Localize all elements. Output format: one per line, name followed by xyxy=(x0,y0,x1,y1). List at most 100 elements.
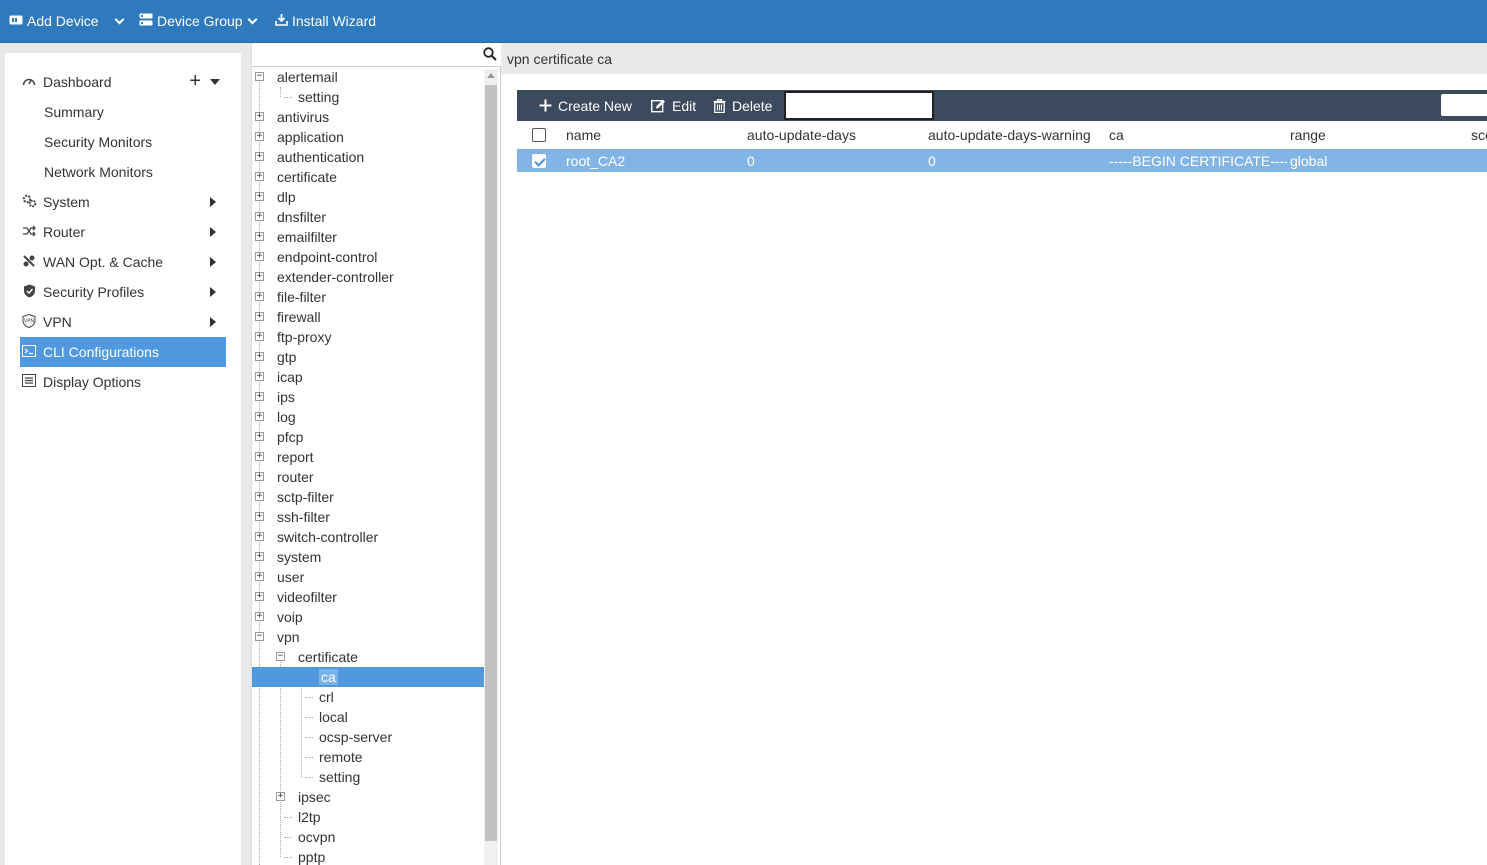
add-device-dropdown[interactable] xyxy=(110,0,125,42)
nav-security-profiles[interactable]: Security Profiles xyxy=(20,277,226,307)
tree-item[interactable]: dlp xyxy=(274,187,296,207)
expand-icon[interactable]: + xyxy=(255,192,264,201)
row-checkbox[interactable] xyxy=(532,153,546,168)
tree-item[interactable]: endpoint-control xyxy=(274,247,377,267)
tree-item[interactable]: gtp xyxy=(274,347,296,367)
tree-item[interactable]: user xyxy=(274,567,304,587)
expand-icon[interactable]: + xyxy=(255,392,264,401)
collapse-icon[interactable]: − xyxy=(255,632,264,641)
tree-item[interactable]: vpn xyxy=(274,627,300,647)
column-header-auto-update-days[interactable]: auto-update-days xyxy=(747,121,856,149)
expand-icon[interactable]: + xyxy=(255,332,264,341)
tree-item[interactable]: authentication xyxy=(274,147,364,167)
expand-icon[interactable]: + xyxy=(255,292,264,301)
expand-icon[interactable]: + xyxy=(255,432,264,441)
nav-system[interactable]: System xyxy=(20,187,226,217)
column-header-sce[interactable]: sce xyxy=(1471,121,1487,149)
tree-item[interactable]: local xyxy=(316,707,348,727)
tree-item[interactable]: firewall xyxy=(274,307,321,327)
nav-vpn[interactable]: VPN VPN xyxy=(20,307,226,337)
tree-item[interactable]: certificate xyxy=(274,167,337,187)
tree-item[interactable]: certificate xyxy=(295,647,358,667)
tree-item[interactable]: report xyxy=(274,447,314,467)
tree-item[interactable]: voip xyxy=(274,607,303,627)
table-row[interactable]: root_CA2 0 0 -----BEGIN CERTIFICATE---- … xyxy=(517,149,1487,172)
expand-icon[interactable]: + xyxy=(255,152,264,161)
tree-item[interactable]: dnsfilter xyxy=(274,207,326,227)
expand-icon[interactable]: + xyxy=(255,512,264,521)
expand-icon[interactable]: + xyxy=(276,792,285,801)
expand-icon[interactable]: + xyxy=(255,492,264,501)
expand-icon[interactable]: + xyxy=(255,252,264,261)
select-all-checkbox[interactable] xyxy=(532,128,546,142)
collapse-icon[interactable]: − xyxy=(276,652,285,661)
tree-item[interactable]: log xyxy=(274,407,296,427)
expand-icon[interactable]: + xyxy=(255,612,264,621)
expand-icon[interactable]: + xyxy=(255,312,264,321)
tree-item[interactable]: ocvpn xyxy=(295,827,335,847)
tree-item[interactable]: ssh-filter xyxy=(274,507,330,527)
add-dashboard-icon[interactable]: + xyxy=(189,71,201,91)
tree-item[interactable]: setting xyxy=(295,87,339,107)
expand-icon[interactable]: + xyxy=(255,112,264,121)
tree-item[interactable]: l2tp xyxy=(295,807,321,827)
nav-security-monitors[interactable]: Security Monitors xyxy=(20,127,226,157)
tree-item[interactable]: ftp-proxy xyxy=(274,327,331,347)
tree-item[interactable]: videofilter xyxy=(274,587,337,607)
expand-icon[interactable]: + xyxy=(255,172,264,181)
edit-button[interactable]: Edit xyxy=(651,90,696,121)
tree-item[interactable]: sctp-filter xyxy=(274,487,334,507)
expand-icon[interactable]: + xyxy=(255,232,264,241)
column-header-range[interactable]: range xyxy=(1290,121,1326,149)
add-device-button[interactable]: Add Device xyxy=(9,0,99,42)
nav-network-monitors[interactable]: Network Monitors xyxy=(20,157,226,187)
nav-display-options[interactable]: Display Options xyxy=(20,367,226,397)
expand-icon[interactable]: + xyxy=(255,552,264,561)
tree-item[interactable]: alertemail xyxy=(274,67,338,87)
grid-search-input[interactable] xyxy=(1441,94,1487,116)
tree-item[interactable]: file-filter xyxy=(274,287,326,307)
expand-icon[interactable]: + xyxy=(255,532,264,541)
tree-item[interactable]: ips xyxy=(274,387,295,407)
nav-cli-configurations[interactable]: CLI Configurations xyxy=(20,337,226,367)
tree-item[interactable]: emailfilter xyxy=(274,227,337,247)
column-header-ca[interactable]: ca xyxy=(1109,121,1124,149)
delete-button[interactable]: Delete xyxy=(713,90,772,121)
grid-filter-input[interactable] xyxy=(784,91,934,120)
tree-search-input[interactable] xyxy=(254,44,479,65)
create-new-button[interactable]: Create New xyxy=(539,90,632,121)
expand-icon[interactable]: + xyxy=(255,472,264,481)
device-group-button[interactable]: Device Group xyxy=(139,0,258,42)
expand-icon[interactable]: + xyxy=(255,412,264,421)
expand-icon[interactable]: + xyxy=(255,592,264,601)
tree-scrollbar[interactable] xyxy=(484,69,498,865)
tree-item[interactable]: ocsp-server xyxy=(316,727,392,747)
scroll-up-icon[interactable] xyxy=(487,73,495,78)
expand-icon[interactable]: + xyxy=(255,372,264,381)
expand-icon[interactable]: + xyxy=(255,572,264,581)
tree-item[interactable]: crl xyxy=(316,687,334,707)
search-icon[interactable] xyxy=(483,47,497,64)
tree-item[interactable]: extender-controller xyxy=(274,267,394,287)
tree-item[interactable]: switch-controller xyxy=(274,527,378,547)
expand-icon[interactable]: + xyxy=(255,272,264,281)
tree-item[interactable]: setting xyxy=(316,767,360,787)
tree-item[interactable]: remote xyxy=(316,747,363,767)
install-wizard-button[interactable]: Install Wizard xyxy=(275,0,376,42)
column-header-auto-update-days-warning[interactable]: auto-update-days-warning xyxy=(928,121,1091,149)
scroll-thumb[interactable] xyxy=(485,85,497,841)
tree-item[interactable]: antivirus xyxy=(274,107,329,127)
nav-dashboard[interactable]: Dashboard + xyxy=(20,67,226,97)
tree-item[interactable]: application xyxy=(274,127,344,147)
column-header-name[interactable]: name xyxy=(566,121,601,149)
tree-item[interactable]: icap xyxy=(274,367,303,387)
nav-router[interactable]: Router xyxy=(20,217,226,247)
expand-icon[interactable]: + xyxy=(255,132,264,141)
expand-icon[interactable]: + xyxy=(255,452,264,461)
caret-down-icon[interactable] xyxy=(210,79,220,85)
expand-icon[interactable]: + xyxy=(255,352,264,361)
expand-icon[interactable]: + xyxy=(255,212,264,221)
tree-item[interactable]: router xyxy=(274,467,314,487)
collapse-icon[interactable]: − xyxy=(255,72,264,81)
tree-item[interactable]: pfcp xyxy=(274,427,303,447)
